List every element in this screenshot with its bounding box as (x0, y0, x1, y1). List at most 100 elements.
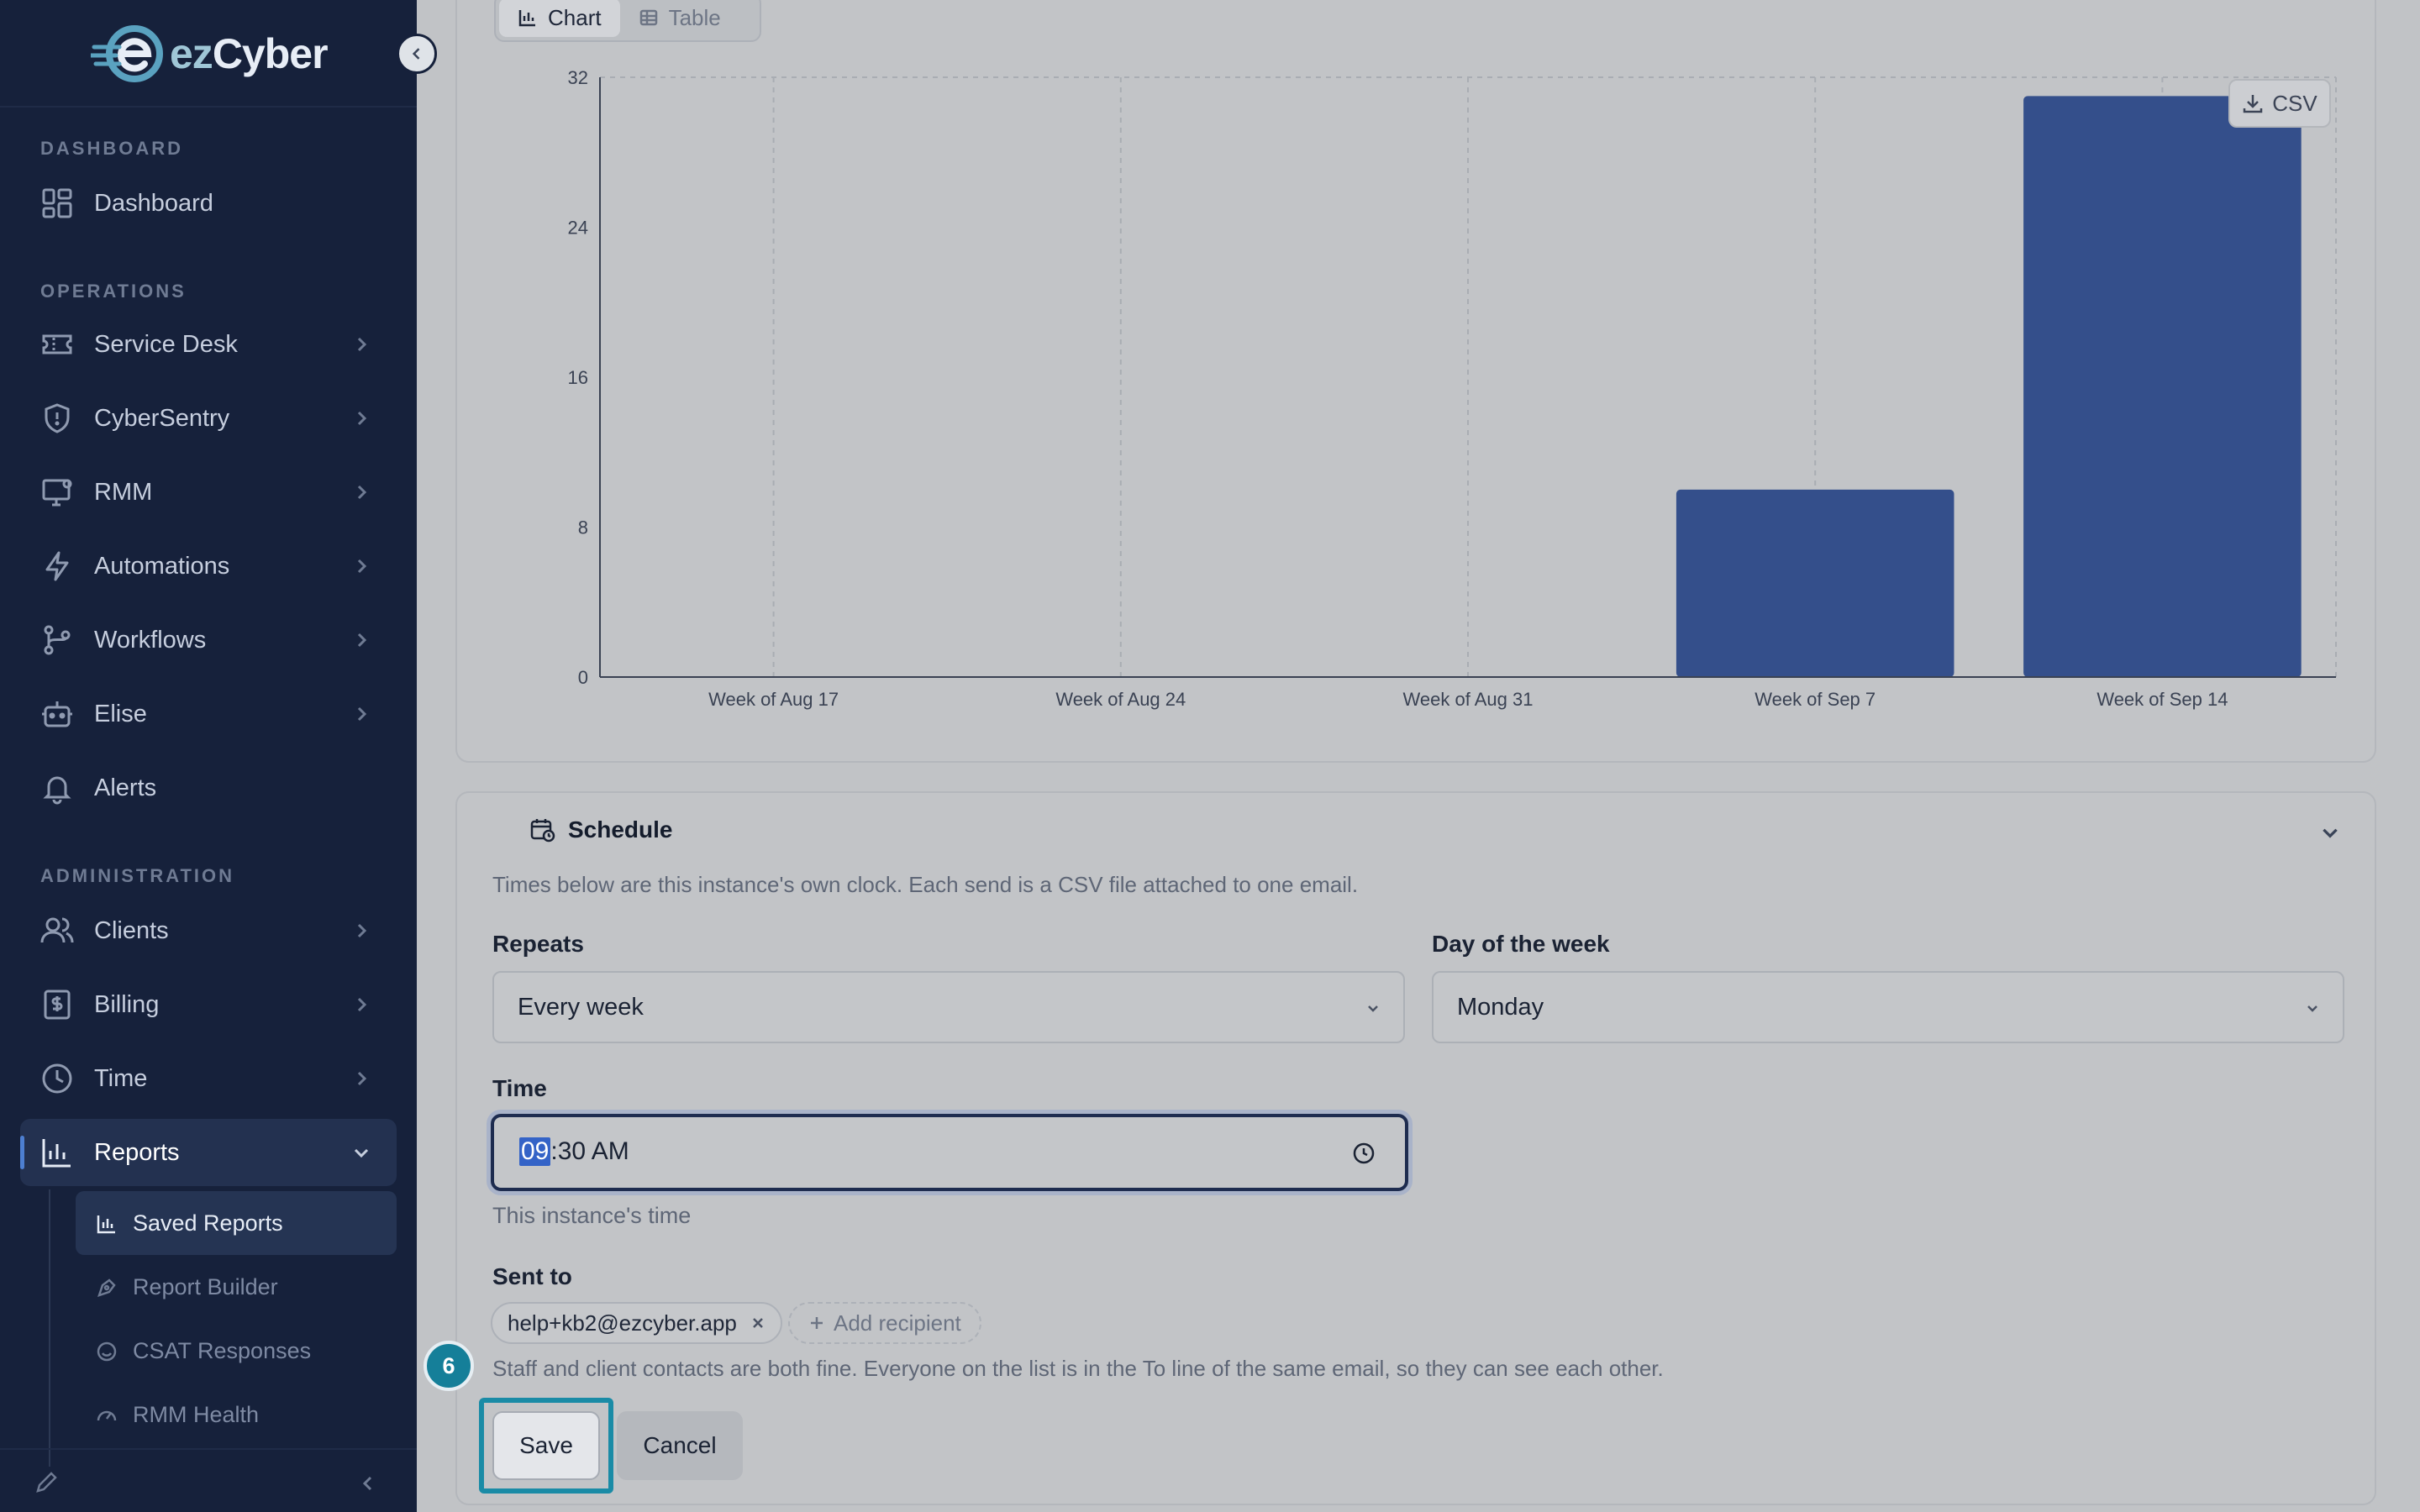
sidebar-item-billing[interactable]: Billing (20, 971, 397, 1038)
weekly-bar-chart: 0 8 16 24 32 Week of Aug 17 Week of Aug 24 Week… (568, 67, 2337, 710)
y-tick-label: 0 (578, 667, 588, 688)
remove-recipient-icon[interactable] (750, 1315, 765, 1331)
add-recipient-button[interactable]: Add recipient (788, 1302, 981, 1344)
x-tick-label: Week of Aug 17 (708, 689, 839, 710)
add-recipient-label: Add recipient (834, 1310, 961, 1336)
y-tick-label: 8 (578, 517, 588, 538)
recipients-hint: Staff and client contacts are both fine.… (492, 1356, 1664, 1381)
sidebar-item-dashboard[interactable]: Dashboard (20, 170, 397, 237)
sidebar-subitem-label: Report Builder (133, 1273, 278, 1299)
sidebar-item-label: Alerts (94, 774, 157, 801)
chart-toggle-label: Chart (548, 4, 602, 30)
section-label-administration: ADMINISTRATION (40, 865, 235, 886)
sidebar-item-clients[interactable]: Clients (20, 897, 397, 964)
sidebar-subitem-csat-responses[interactable]: CSAT Responses (76, 1319, 397, 1383)
sidebar-item-label: Clients (94, 916, 169, 944)
smile-icon (97, 1341, 117, 1362)
y-tick-label: 24 (568, 218, 588, 239)
sidebar-item-service-desk[interactable]: Service Desk (20, 311, 397, 378)
day-of-week-label: Day of the week (1432, 931, 1610, 957)
plus-icon (811, 1317, 823, 1329)
clock-icon[interactable] (1351, 1141, 1376, 1166)
y-tick-label: 16 (568, 367, 588, 388)
sidebar-footer (0, 1448, 417, 1512)
repeats-select[interactable]: Every week (492, 971, 1405, 1043)
sidebar-item-automations[interactable]: Automations (20, 533, 397, 600)
cancel-button[interactable]: Cancel (617, 1411, 743, 1480)
active-indicator (20, 1136, 24, 1169)
chevron-left-icon (412, 48, 420, 60)
section-label-operations: OPERATIONS (40, 281, 187, 302)
sidebar-subitem-rmm-health[interactable]: RMM Health (76, 1383, 397, 1446)
chevron-right-icon (357, 559, 367, 574)
x-tick-label: Week of Aug 24 (1055, 689, 1186, 710)
users-icon (40, 917, 74, 943)
billing-dollar-icon (44, 990, 71, 1020)
chevron-down-icon[interactable] (2319, 822, 2341, 843)
sidebar-subitem-report-builder[interactable]: Report Builder (76, 1255, 397, 1319)
csv-download-button[interactable]: CSV (2228, 79, 2331, 128)
step-badge: 6 (424, 1341, 474, 1391)
sidebar: ezCyber DASHBOARD Dashboard OPERATIONS S… (0, 0, 417, 1512)
time-label: Time (492, 1075, 547, 1101)
chevron-down-icon (354, 1148, 369, 1158)
chevron-right-icon (357, 633, 367, 648)
table-icon (639, 9, 657, 26)
bar-chart-icon (97, 1215, 115, 1234)
chart-view-toggle[interactable]: Chart (499, 0, 620, 37)
chevron-right-icon (357, 997, 367, 1012)
section-label-dashboard: DASHBOARD (40, 138, 183, 159)
sidebar-item-cybersentry[interactable]: CyberSentry (20, 385, 397, 452)
edit-pencil-icon[interactable] (34, 1470, 59, 1495)
sidebar-item-elise[interactable]: Elise (20, 680, 397, 748)
sidebar-item-alerts[interactable]: Alerts (20, 754, 397, 822)
sidebar-item-label: Elise (94, 700, 147, 727)
ezcyber-logo-mark-icon (88, 22, 168, 86)
bar (2023, 96, 2302, 677)
sidebar-subitem-saved-reports[interactable]: Saved Reports (76, 1191, 397, 1255)
collapse-sidebar-icon[interactable] (358, 1473, 378, 1494)
time-minute-ampm[interactable]: :30 AM (550, 1137, 629, 1166)
sidebar-subitem-label: RMM Health (133, 1401, 260, 1427)
day-of-week-value: Monday (1457, 993, 1544, 1021)
sidebar-item-label: Workflows (94, 626, 207, 654)
monitor-icon (42, 479, 72, 507)
chevron-down-icon (2307, 1005, 2317, 1012)
schedule-description: Times below are this instance's own cloc… (492, 872, 1359, 897)
chevron-down-icon (1368, 1005, 1378, 1012)
recipient-chip: help+kb2@ezcyber.app (491, 1302, 782, 1344)
sidebar-item-label: RMM (94, 478, 153, 506)
y-tick-label: 32 (568, 67, 588, 88)
sidebar-item-label: Automations (94, 552, 230, 580)
x-tick-label: Week of Aug 31 (1403, 689, 1534, 710)
time-hour-segment[interactable]: 09 (519, 1137, 551, 1166)
sidebar-item-workflows[interactable]: Workflows (20, 606, 397, 674)
sidebar-item-rmm[interactable]: RMM (20, 459, 397, 526)
sidebar-item-label: CyberSentry (94, 404, 230, 432)
bar-chart-icon (518, 10, 535, 27)
calendar-clock-icon (530, 819, 555, 843)
time-input[interactable]: 09:30 AM (491, 1114, 1408, 1191)
chevron-right-icon (357, 485, 367, 500)
lightning-icon (45, 551, 69, 581)
submenu-guide-line (49, 1189, 50, 1467)
bar (1676, 489, 1954, 677)
repeats-value: Every week (518, 993, 644, 1021)
download-icon (2244, 95, 2263, 113)
sidebar-item-label: Billing (94, 990, 160, 1018)
chevron-right-icon (357, 923, 367, 938)
workflow-branch-icon (44, 625, 71, 655)
ezcyber-logo[interactable]: ezCyber (88, 22, 329, 86)
x-tick-label: Week of Sep 7 (1754, 689, 1876, 710)
sidebar-item-time[interactable]: Time (20, 1045, 397, 1112)
table-view-toggle[interactable]: Table (620, 0, 739, 37)
bell-icon (43, 776, 71, 805)
sidebar-collapse-button[interactable] (397, 34, 437, 74)
robot-icon (42, 701, 72, 727)
day-of-week-select[interactable]: Monday (1432, 971, 2344, 1043)
recipient-email: help+kb2@ezcyber.app (508, 1310, 737, 1336)
schedule-header[interactable]: Schedule (529, 816, 672, 843)
sidebar-subitem-label: Saved Reports (133, 1210, 283, 1236)
time-hint: This instance's time (492, 1203, 692, 1228)
sidebar-item-reports[interactable]: Reports (20, 1119, 397, 1186)
